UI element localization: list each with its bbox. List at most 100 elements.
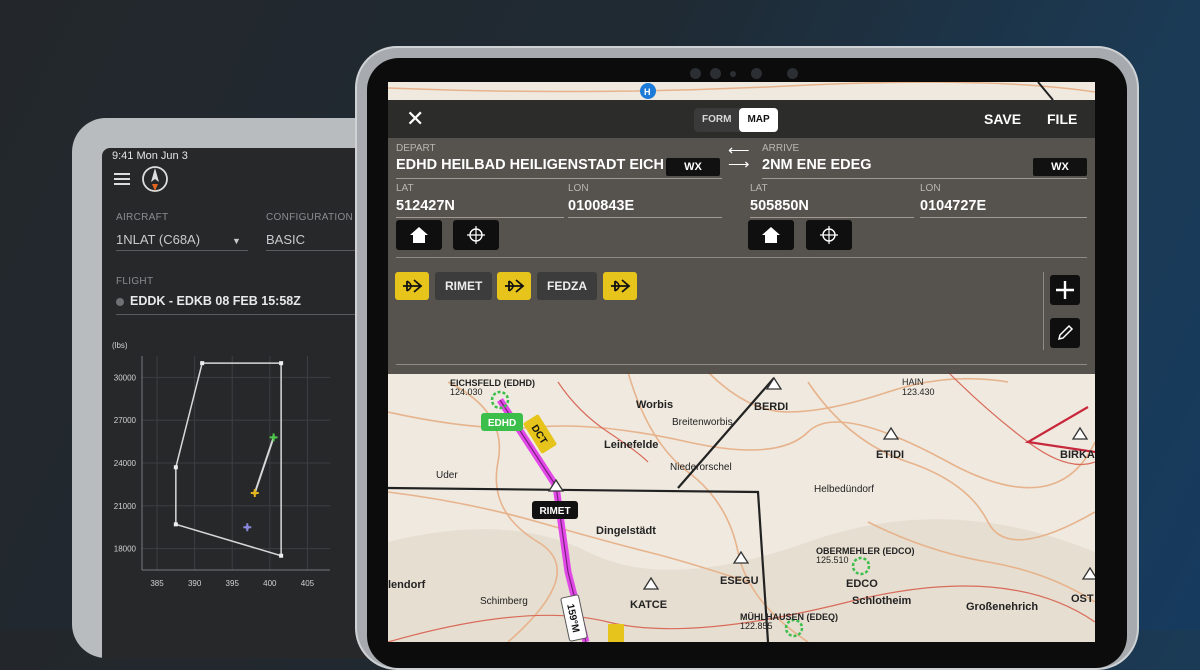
- map-label: Niederorschel: [670, 462, 732, 473]
- depart-lon-underline: [568, 217, 722, 218]
- depart-field[interactable]: EDHD HEILBAD HEILIGENSTADT EICH _: [396, 157, 676, 173]
- route-waypoint-fedza[interactable]: FEDZA: [537, 272, 597, 300]
- route-waypoint-rimet[interactable]: RIMET: [435, 272, 493, 300]
- app-logo-icon: [142, 166, 168, 192]
- x-tick-label: 405: [301, 579, 315, 588]
- close-icon[interactable]: ✕: [406, 108, 424, 130]
- plus-icon: [1056, 281, 1074, 299]
- arrive-lon-underline: [920, 217, 1087, 218]
- file-button[interactable]: FILE: [1047, 111, 1077, 127]
- cg-point-dot: [271, 435, 276, 440]
- direct-arrow-icon: [403, 279, 423, 293]
- y-tick-label: 18000: [114, 545, 137, 554]
- direct-arrow-icon: [611, 279, 631, 293]
- arrive-lat-label: LAT: [750, 183, 768, 194]
- configuration-label: CONFIGURATION: [266, 212, 354, 223]
- map-label: 123.430: [902, 387, 935, 397]
- arrive-home-button[interactable]: [748, 220, 794, 250]
- left-tablet: 9:41 Mon Jun 3 AIRCRAFT 1NLAT (C68A) ▼ C…: [72, 118, 402, 658]
- depart-wx-button[interactable]: WX: [666, 158, 720, 176]
- depart-label: DEPART: [396, 143, 436, 154]
- add-waypoint-button[interactable]: [1050, 275, 1080, 305]
- map-label: lendorf: [388, 579, 426, 591]
- map-label: Uder: [436, 470, 458, 481]
- flight-value: EDDK - EDKB 08 FEB 15:58Z: [130, 294, 301, 308]
- chart-ylabel: (lbs): [112, 341, 128, 350]
- depart-lat-underline: [396, 217, 564, 218]
- tab-map[interactable]: MAP: [739, 108, 778, 132]
- x-tick-label: 395: [226, 579, 240, 588]
- map-label: 125.510: [816, 555, 849, 565]
- map-label: 124.030: [450, 387, 483, 397]
- cg-point-dot: [245, 525, 250, 530]
- envelope-vertex: [200, 361, 205, 366]
- map-label: Worbis: [636, 399, 673, 411]
- cg-path-line: [253, 436, 275, 494]
- map-label: KATCE: [630, 599, 667, 611]
- x-tick-label: 400: [263, 579, 277, 588]
- flight-label: FLIGHT: [116, 276, 154, 287]
- chevron-down-icon[interactable]: ▼: [232, 236, 241, 246]
- flight-status-dot: [116, 297, 124, 306]
- map-label: ETIDI: [876, 449, 904, 461]
- arrive-lat-field[interactable]: 505850N: [750, 198, 809, 214]
- view-toggle: FORM MAP: [694, 108, 778, 132]
- cg-point-dot: [252, 490, 257, 495]
- status-time: 9:41 Mon Jun 3: [112, 150, 188, 162]
- edhd-tag: EDHD: [488, 418, 516, 429]
- direct-leg-chip[interactable]: [497, 272, 531, 300]
- crosshair-icon: [820, 226, 838, 244]
- map-label: BERDI: [754, 401, 788, 413]
- swap-icon[interactable]: ⟵ ⟶: [728, 143, 750, 172]
- depart-lat-field[interactable]: 512427N: [396, 198, 455, 214]
- aircraft-label: AIRCRAFT: [116, 212, 169, 223]
- svg-text:H: H: [644, 87, 651, 97]
- home-icon: [410, 227, 428, 243]
- arrive-field[interactable]: 2NM ENE EDEG: [762, 157, 872, 173]
- flight-plan-screen: H EDHD DCT RIMET 159°M EICHSFELD (EDHD) …: [388, 82, 1095, 642]
- home-icon: [762, 227, 780, 243]
- map-label: HAIN: [902, 377, 924, 387]
- depart-locate-button[interactable]: [453, 220, 499, 250]
- arrive-locate-button[interactable]: [806, 220, 852, 250]
- map-label: Breitenworbis: [672, 417, 733, 428]
- configuration-select[interactable]: BASIC: [266, 232, 305, 247]
- camera-icon: [751, 68, 762, 79]
- divider: [396, 364, 1087, 365]
- map-label: Großenehrich: [966, 601, 1038, 613]
- arrive-label: ARRIVE: [762, 143, 800, 154]
- direct-leg-chip[interactable]: [395, 272, 429, 300]
- direct-arrow-icon: [505, 279, 525, 293]
- envelope-vertex: [173, 465, 178, 470]
- aircraft-select[interactable]: 1NLAT (C68A): [116, 232, 200, 247]
- direct-leg-chip[interactable]: [603, 272, 637, 300]
- pencil-icon: [1057, 324, 1074, 341]
- arrive-lon-label: LON: [920, 183, 941, 194]
- aircraft-underline: [116, 250, 248, 251]
- tab-form[interactable]: FORM: [694, 108, 739, 132]
- flight-select[interactable]: EDDK - EDKB 08 FEB 15:58Z: [116, 294, 301, 308]
- y-tick-label: 27000: [114, 416, 137, 425]
- arrive-lon-field[interactable]: 0104727E: [920, 198, 986, 214]
- y-tick-label: 21000: [114, 502, 137, 511]
- arrive-lat-underline: [750, 217, 914, 218]
- edit-route-button[interactable]: [1050, 318, 1080, 348]
- arrive-wx-button[interactable]: WX: [1033, 158, 1087, 176]
- depart-lat-label: LAT: [396, 183, 414, 194]
- depart-home-button[interactable]: [396, 220, 442, 250]
- depart-lon-field[interactable]: 0100843E: [568, 198, 634, 214]
- map-label: EDCO: [846, 578, 878, 590]
- map-label: Helbedündorf: [814, 484, 874, 495]
- divider: [396, 257, 1087, 258]
- divider: [1043, 272, 1044, 350]
- envelope-vertex: [279, 361, 284, 366]
- map-label: ESEGU: [720, 575, 759, 587]
- menu-icon[interactable]: [114, 170, 130, 188]
- save-button[interactable]: SAVE: [984, 111, 1021, 127]
- map-label: Schlotheim: [852, 595, 912, 607]
- y-tick-label: 30000: [114, 373, 137, 382]
- depart-underline: [396, 178, 722, 179]
- flight-plan-panel: ✕ FORM MAP SAVE FILE DEPART EDHD HEILBAD…: [388, 100, 1095, 374]
- rimet-tag: RIMET: [539, 506, 570, 517]
- envelope-vertex: [279, 553, 284, 558]
